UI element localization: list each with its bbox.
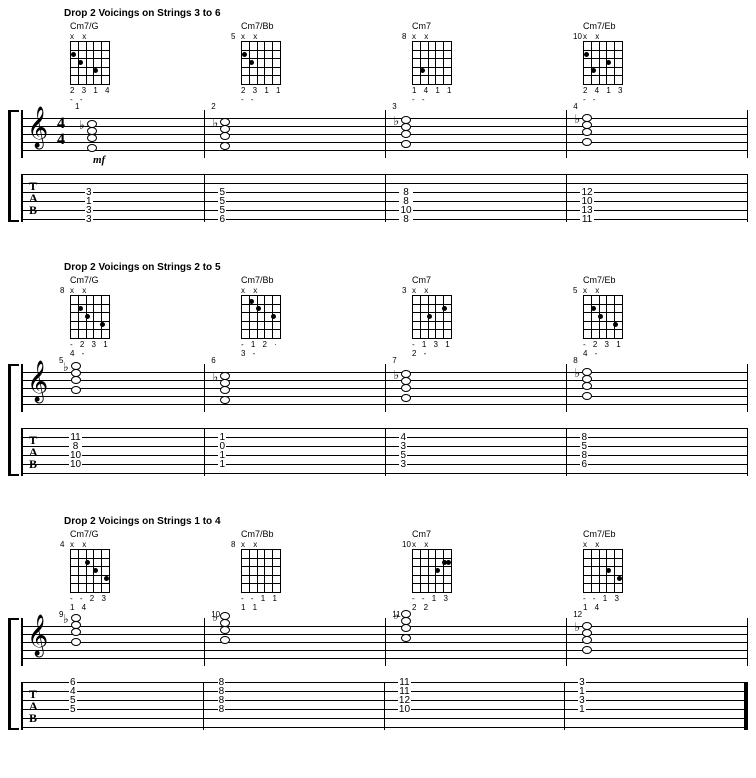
- section-strings-2-5: Drop 2 Voicings on Strings 2 to 5 Cm7/G8…: [8, 262, 748, 476]
- section-title: Drop 2 Voicings on Strings 2 to 5: [64, 262, 748, 273]
- sheet-music-page: Drop 2 Voicings on Strings 3 to 6 Cm7/G …: [8, 8, 748, 730]
- tab-label: TAB: [29, 180, 38, 216]
- chord-diagram: 8 x x 1 4 1 1 - -: [412, 32, 460, 104]
- chord-cell: Cm7/Eb 10 x x 2 4 1 3 - -: [577, 21, 748, 104]
- chord-name: Cm7/G: [70, 21, 229, 31]
- tablature-staff: TAB 3133 5556 88108 12101311: [21, 174, 748, 222]
- system-brace: [8, 110, 19, 222]
- chord-cell: Cm7/Bb 5 x x 2 3 1 1 - -: [235, 21, 406, 104]
- fingering: 2 4 1 3 - -: [583, 86, 631, 104]
- measure-number: 3: [392, 102, 396, 111]
- fingering: 2 3 1 1 - -: [241, 86, 289, 104]
- chord-cell: Cm7/G x x 2 3 1 4 - -: [64, 21, 235, 104]
- section-title: Drop 2 Voicings on Strings 1 to 4: [64, 516, 748, 527]
- fret-position: 5: [231, 32, 235, 41]
- chord-name: Cm7/Eb: [583, 21, 742, 31]
- measure-number: 1: [75, 102, 79, 111]
- chord-diagram: 5 x x 2 3 1 1 - -: [241, 32, 289, 104]
- chord-name: Cm7: [412, 21, 571, 31]
- chord-diagram: x x 2 3 1 4 - -: [70, 32, 118, 104]
- time-signature: 44: [57, 116, 65, 148]
- section-strings-1-4: Drop 2 Voicings on Strings 1 to 4 Cm7/G4…: [8, 516, 748, 730]
- fret-position: 10: [573, 32, 582, 41]
- section-title: Drop 2 Voicings on Strings 3 to 6: [64, 8, 748, 19]
- chord-name: Cm7/Bb: [241, 21, 400, 31]
- chord-diagram: 10 x x 2 4 1 3 - -: [583, 32, 631, 104]
- fingering: 1 4 1 1 - -: [412, 86, 460, 104]
- notation-staff: 𝄞 1 44 mf ♭ 2 ♭ 3 ♭ 4 ♭: [21, 110, 748, 158]
- fret-position: 8: [402, 32, 406, 41]
- measure-number: 4: [573, 102, 577, 111]
- treble-clef-icon: 𝄞: [27, 614, 48, 657]
- measure-number: 2: [211, 102, 215, 111]
- dynamic-marking: mf: [93, 154, 105, 166]
- treble-clef-icon: 𝄞: [27, 106, 48, 149]
- section-strings-3-6: Drop 2 Voicings on Strings 3 to 6 Cm7/G …: [8, 8, 748, 222]
- chord-cell: Cm7 8 x x 1 4 1 1 - -: [406, 21, 577, 104]
- treble-clef-icon: 𝄞: [27, 360, 48, 403]
